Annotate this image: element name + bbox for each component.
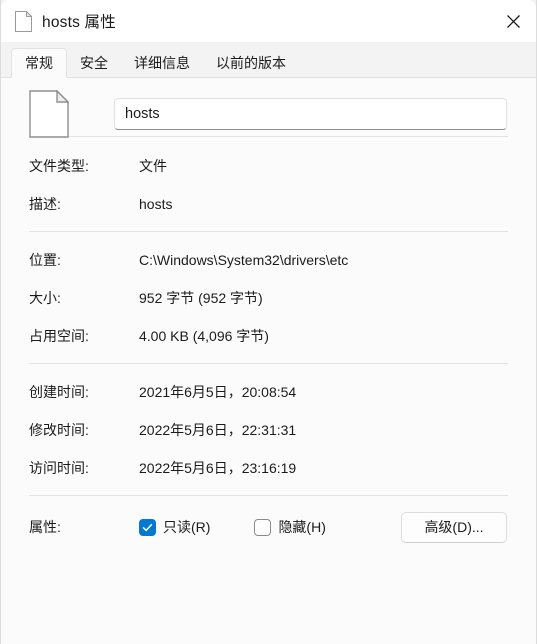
type-section: 文件类型: 文件 描述: hosts — [1, 137, 536, 231]
value-location: C:\Windows\System32\drivers\etc — [139, 252, 349, 268]
row-location: 位置: C:\Windows\System32\drivers\etc — [1, 241, 536, 279]
row-accessed: 访问时间: 2022年5月6日，23:16:19 — [1, 449, 536, 487]
title-bar: hosts 属性 — [1, 0, 536, 42]
row-size: 大小: 952 字节 (952 字节) — [1, 279, 536, 317]
tab-strip: 常规 安全 详细信息 以前的版本 — [1, 42, 536, 78]
filename-input[interactable] — [114, 98, 507, 130]
checkbox-readonly-box[interactable] — [139, 518, 156, 536]
label-file-type: 文件类型: — [29, 158, 89, 174]
row-created: 创建时间: 2021年6月5日，20:08:54 — [1, 373, 536, 411]
value-file-type: 文件 — [139, 158, 167, 174]
tab-previous-versions[interactable]: 以前的版本 — [203, 48, 299, 78]
label-created: 创建时间: — [29, 384, 89, 400]
checkmark-icon — [142, 523, 153, 531]
general-tab-pane: 文件类型: 文件 描述: hosts 位置: C:\Windows\System… — [1, 78, 536, 644]
close-icon — [506, 14, 520, 28]
advanced-button[interactable]: 高级(D)... — [401, 511, 507, 543]
document-icon — [15, 10, 32, 32]
label-size-on-disk: 占用空间: — [29, 328, 89, 344]
tab-general[interactable]: 常规 — [11, 48, 67, 78]
row-description: 描述: hosts — [1, 185, 536, 223]
window-title: hosts 属性 — [42, 14, 116, 31]
checkbox-readonly-label: 只读(R) — [163, 519, 211, 535]
blank-document-icon — [29, 90, 69, 138]
checkbox-hidden-box[interactable] — [254, 518, 272, 536]
value-created: 2021年6月5日，20:08:54 — [139, 384, 297, 400]
attributes-row: 属性: 只读(R) 隐藏(H) 高级(D)... — [1, 509, 536, 545]
label-size: 大小: — [29, 290, 61, 306]
location-section: 位置: C:\Windows\System32\drivers\etc 大小: … — [1, 232, 536, 363]
time-section: 创建时间: 2021年6月5日，20:08:54 修改时间: 2022年5月6日… — [1, 364, 536, 495]
close-button[interactable] — [490, 0, 536, 42]
label-attributes: 属性: — [29, 519, 61, 535]
attributes-section: 属性: 只读(R) 隐藏(H) 高级(D)... — [1, 496, 536, 545]
tab-details[interactable]: 详细信息 — [121, 48, 203, 78]
label-location: 位置: — [29, 252, 61, 268]
checkbox-readonly[interactable]: 只读(R) — [139, 517, 210, 537]
value-description: hosts — [139, 196, 173, 212]
value-modified: 2022年5月6日，22:31:31 — [139, 422, 297, 438]
row-modified: 修改时间: 2022年5月6日，22:31:31 — [1, 411, 536, 449]
value-size-on-disk: 4.00 KB (4,096 字节) — [139, 328, 269, 344]
label-description: 描述: — [29, 196, 61, 212]
checkbox-hidden-label: 隐藏(H) — [278, 519, 326, 535]
tab-security[interactable]: 安全 — [67, 48, 121, 78]
row-size-on-disk: 占用空间: 4.00 KB (4,096 字节) — [1, 317, 536, 355]
properties-dialog: hosts 属性 常规 安全 详细信息 以前的版本 文件类型: 文件 — [0, 0, 537, 644]
value-size: 952 字节 (952 字节) — [139, 290, 263, 306]
label-modified: 修改时间: — [29, 422, 89, 438]
checkbox-hidden[interactable]: 隐藏(H) — [254, 517, 326, 537]
value-accessed: 2022年5月6日，23:16:19 — [139, 460, 297, 476]
row-file-type: 文件类型: 文件 — [1, 147, 536, 185]
file-header-row — [1, 78, 536, 138]
label-accessed: 访问时间: — [29, 460, 89, 476]
